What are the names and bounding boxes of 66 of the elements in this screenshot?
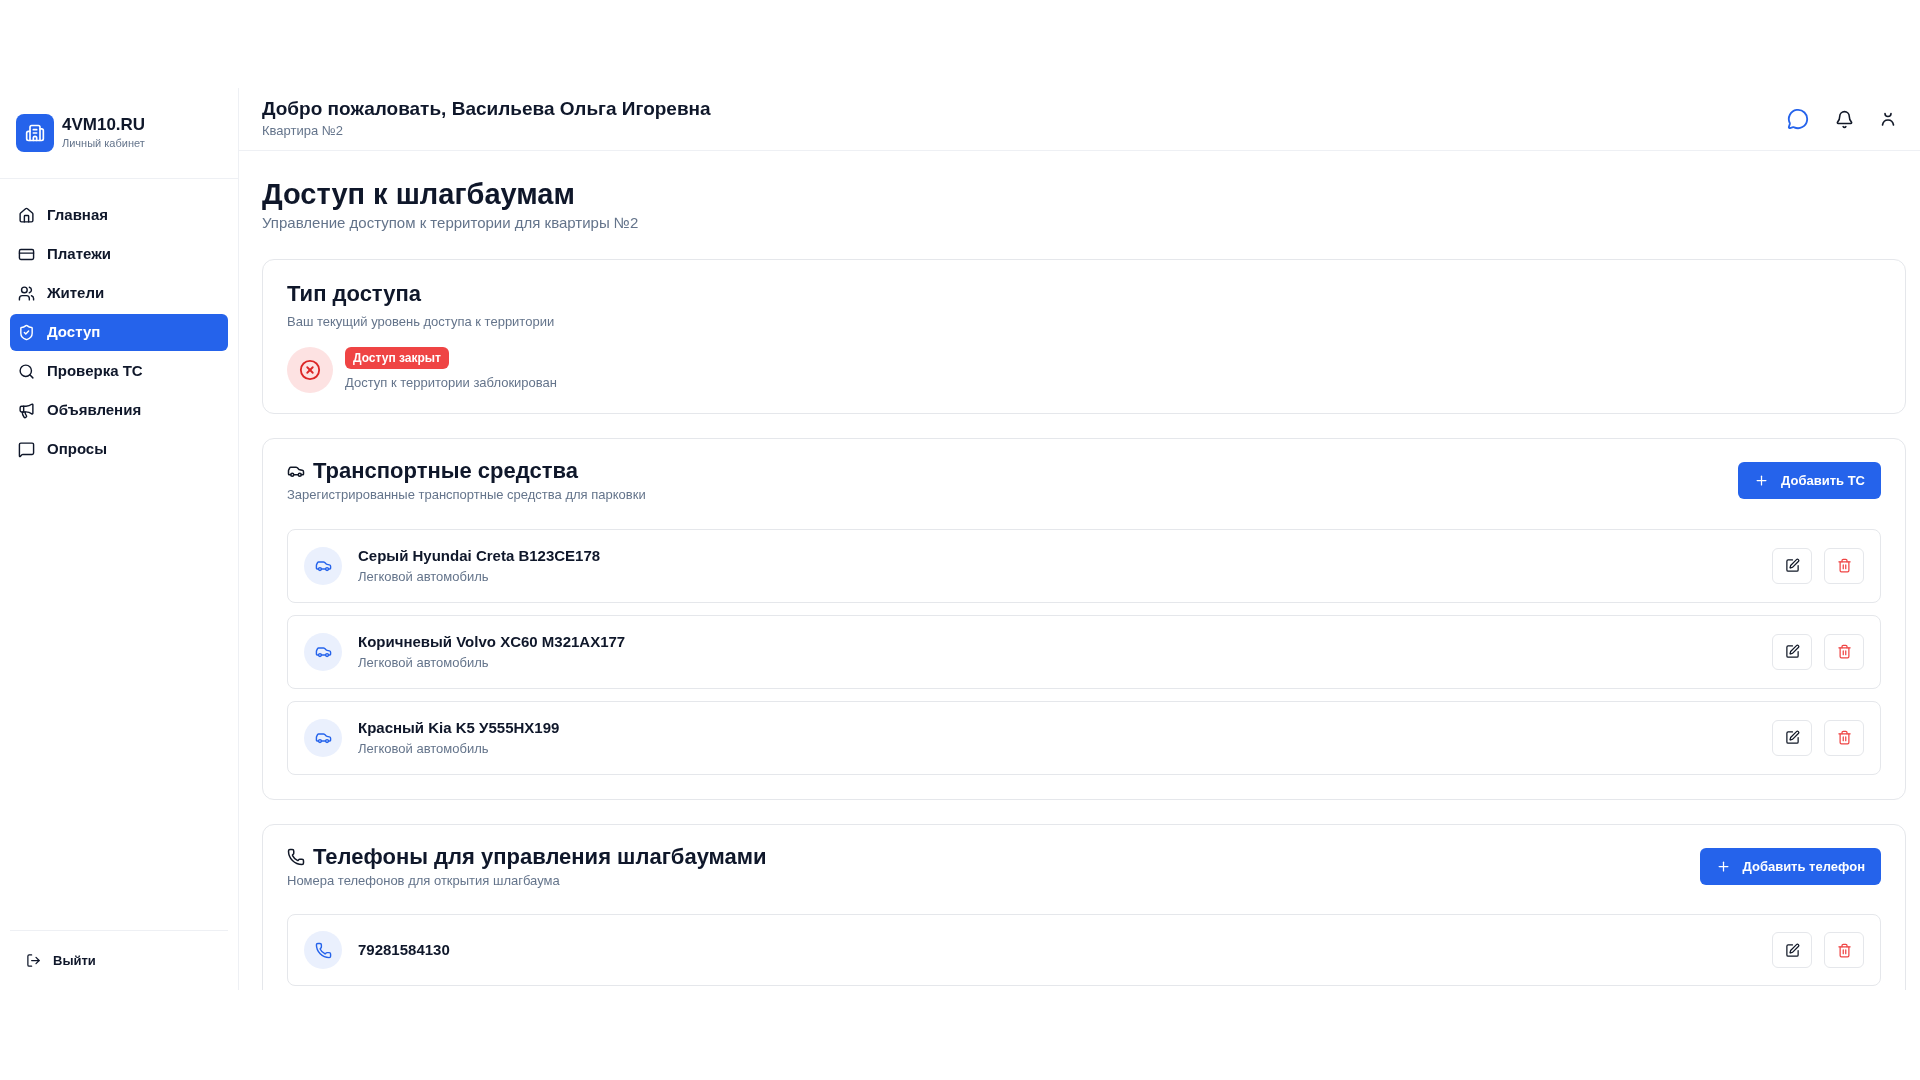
- bell-icon[interactable]: [1835, 109, 1854, 129]
- megaphone-icon: [18, 402, 35, 419]
- users-icon: [18, 285, 35, 302]
- brand-subtitle: Личный кабинет: [62, 135, 146, 151]
- brand-name: 4VM10.RU: [62, 114, 146, 135]
- trash-icon: [1836, 730, 1852, 745]
- delete-button[interactable]: [1824, 932, 1864, 968]
- vehicle-type: Легковой автомобиль: [358, 568, 490, 586]
- nav-item[interactable]: Опросы: [10, 431, 228, 468]
- page-subtitle: Управление доступом к территории для квартиры №2: [262, 213, 640, 233]
- edit-icon: [1784, 558, 1800, 573]
- welcome-title: Добро пожаловать, Васильева Ольга Игоревна: [262, 97, 711, 122]
- edit-button[interactable]: [1772, 633, 1812, 670]
- logo-icon: [16, 114, 54, 152]
- shield-icon: [18, 324, 35, 341]
- chat-icon: [18, 441, 35, 458]
- home-icon: [18, 207, 35, 224]
- section-subtitle: Ваш текущий уровень доступа к территории: [287, 312, 556, 331]
- plus-icon: [1754, 473, 1770, 489]
- nav-item[interactable]: Платежи: [10, 236, 228, 273]
- car-icon: [304, 546, 342, 585]
- apartment-label: Квартира №2: [262, 122, 344, 141]
- edit-button[interactable]: [1772, 547, 1812, 584]
- car-icon: [304, 632, 342, 671]
- edit-button[interactable]: [1772, 719, 1812, 756]
- section-subtitle: Номера телефонов для открытия шлагбаума: [287, 871, 561, 890]
- chat-icon[interactable]: [1787, 108, 1809, 130]
- edit-icon: [1784, 644, 1800, 659]
- vehicle-type: Легковой автомобиль: [358, 654, 490, 672]
- vehicle-name: Коричневый Volvo XC60 М321АХ177: [358, 631, 626, 652]
- section-subtitle: Зарегистрированные транспортные средства для парковки: [287, 486, 646, 504]
- phone-icon: [304, 931, 342, 969]
- user-icon[interactable]: [1880, 111, 1896, 127]
- plus-icon: [1715, 858, 1731, 874]
- trash-icon: [1836, 558, 1852, 573]
- vehicle-type: Легковой автомобиль: [358, 740, 490, 758]
- trash-icon: [1836, 942, 1852, 958]
- edit-icon: [1784, 730, 1800, 745]
- status-description: Доступ к территории заблокирован: [345, 374, 557, 393]
- phone-number: 79281584130: [358, 939, 450, 960]
- edit-icon: [1784, 942, 1800, 958]
- section-title: Транспортные средства: [313, 457, 578, 485]
- nav-item[interactable]: Объявления: [10, 392, 228, 429]
- section-title: Тип доступа: [287, 279, 422, 308]
- nav-item[interactable]: Жители: [10, 275, 228, 312]
- add-vehicle-button[interactable]: Добавить ТС: [1738, 462, 1881, 500]
- car-icon: [304, 718, 342, 757]
- search-icon: [18, 363, 35, 380]
- vehicle-name: Красный Kia K5 У555НХ199: [358, 717, 560, 738]
- card-icon: [18, 246, 35, 263]
- nav-item[interactable]: Проверка ТС: [10, 353, 228, 390]
- phone-icon: [287, 847, 305, 866]
- page-title: Доступ к шлагбаумам: [262, 177, 576, 212]
- logout-button[interactable]: Выйти: [26, 950, 96, 971]
- vehicle-name: Серый Hyundai Creta В123СЕ178: [358, 545, 601, 566]
- delete-button[interactable]: [1824, 633, 1864, 670]
- status-badge: Доступ закрыт: [345, 347, 449, 370]
- add-phone-button[interactable]: Добавить телефон: [1699, 847, 1881, 885]
- edit-button[interactable]: [1772, 932, 1812, 968]
- section-title: Телефоны для управления шлагбаумами: [313, 842, 767, 871]
- delete-button[interactable]: [1824, 547, 1864, 584]
- nav-item[interactable]: Главная: [10, 197, 228, 234]
- logout-icon: [26, 953, 41, 968]
- delete-button[interactable]: [1824, 719, 1864, 756]
- trash-icon: [1836, 644, 1852, 659]
- nav-item[interactable]: Доступ: [10, 314, 228, 351]
